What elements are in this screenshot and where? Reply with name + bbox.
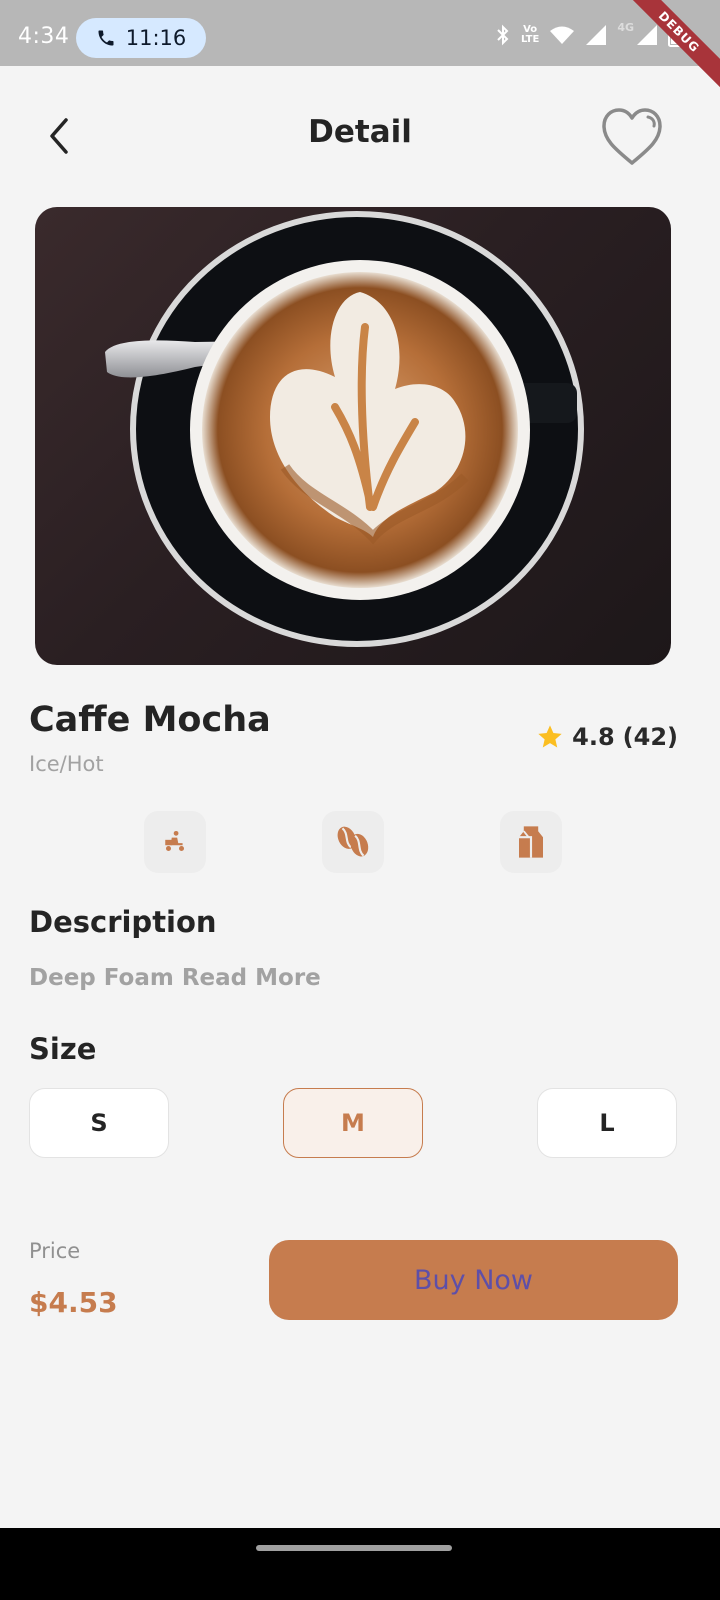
star-icon [538,725,562,748]
size-option-l[interactable]: L [537,1088,677,1158]
signal-icon [586,25,607,45]
rating-value: 4.8 [572,723,615,751]
product-image [35,207,671,665]
call-duration: 11:16 [125,26,187,50]
price-value: $4.53 [29,1286,118,1319]
feature-milk [500,811,562,873]
price-label: Price [29,1239,81,1263]
gesture-handle[interactable] [256,1545,452,1551]
ongoing-call-chip[interactable]: 11:16 [76,18,206,58]
status-bar: 4:34 11:16 Vo LTE 4G DEBUG [0,0,720,93]
product-rating: 4.8 (42) [536,723,678,751]
network-type: 4G [617,20,634,34]
feature-coffee-bean [322,811,384,873]
size-option-s[interactable]: S [29,1088,169,1158]
size-option-m[interactable]: M [283,1088,423,1158]
coffee-bean-icon [337,826,369,857]
favorite-button[interactable] [596,102,668,172]
feature-delivery [144,811,206,873]
latte-art-image [105,211,584,647]
description-text[interactable]: Deep Foam Read More [29,965,321,991]
phone-icon [98,30,114,46]
milk-carton-icon [519,826,543,858]
product-name: Caffe Mocha [29,700,271,740]
review-count: (42) [622,723,678,751]
bluetooth-icon [497,24,509,46]
volte-indicator: Vo LTE [520,24,540,45]
delivery-scooter-icon [165,830,184,851]
product-variant: Ice/Hot [29,752,104,776]
buy-now-button[interactable]: Buy Now [269,1240,678,1320]
system-nav-bar [0,1528,720,1600]
heart-outline-icon [602,108,662,165]
size-heading: Size [29,1032,97,1066]
signal-2-icon [637,25,657,45]
wifi-icon [550,26,575,44]
status-icons: Vo LTE 4G [495,20,682,48]
description-heading: Description [29,905,217,939]
status-time: 4:34 [18,24,70,49]
